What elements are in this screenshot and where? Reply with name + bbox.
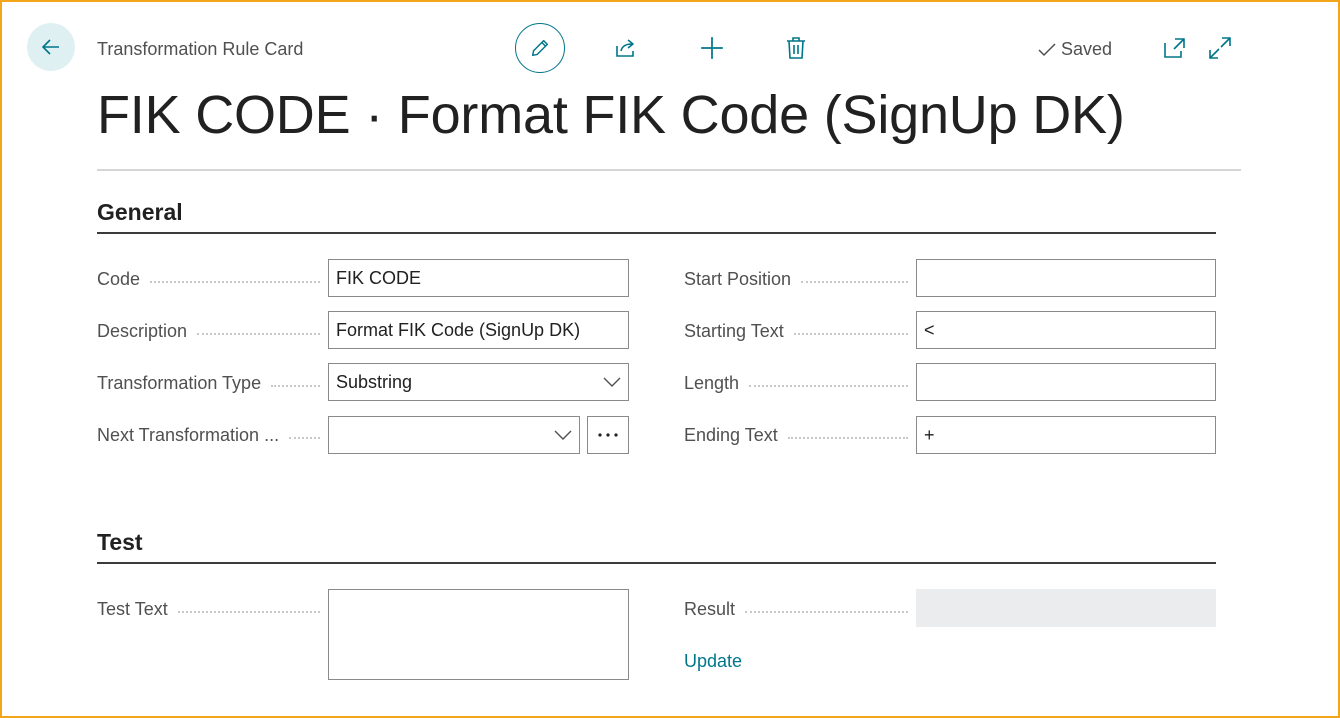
new-button[interactable]	[697, 33, 727, 63]
starting-text-value: <	[924, 319, 935, 340]
description-value: Format FIK Code (SignUp DK)	[336, 319, 581, 340]
open-new-window-icon	[1164, 38, 1185, 58]
test-text-input[interactable]	[328, 589, 629, 680]
length-input[interactable]	[916, 363, 1216, 401]
start-position-label: Start Position	[684, 269, 908, 290]
length-label-text: Length	[684, 373, 740, 393]
ending-text-input[interactable]: +	[916, 416, 1216, 454]
leader-dots	[793, 332, 908, 335]
leader-dots	[271, 384, 320, 387]
result-label-text: Result	[684, 599, 736, 619]
test-text-label: Test Text	[97, 599, 320, 620]
back-arrow-icon	[41, 39, 59, 55]
starting-text-label: Starting Text	[684, 321, 908, 342]
code-label-text: Code	[97, 269, 141, 289]
leader-dots	[197, 332, 320, 335]
code-input[interactable]: FIK CODE	[328, 259, 629, 297]
ending-text-label: Ending Text	[684, 425, 908, 446]
expand-button[interactable]	[1205, 33, 1235, 63]
description-label-text: Description	[97, 321, 188, 341]
result-field	[916, 589, 1216, 627]
ellipsis-icon	[598, 433, 618, 437]
open-new-window-button[interactable]	[1160, 33, 1190, 63]
delete-button[interactable]	[781, 33, 811, 63]
leader-dots	[749, 384, 908, 387]
plus-icon	[701, 37, 723, 59]
next-transformation-label-text: Next Transformation ...	[97, 425, 280, 445]
leader-dots	[801, 280, 908, 283]
start-position-input[interactable]	[916, 259, 1216, 297]
code-label: Code	[97, 269, 320, 290]
test-text-label-text: Test Text	[97, 599, 168, 619]
transformation-type-select[interactable]: Substring	[328, 363, 629, 401]
ending-text-value: +	[924, 424, 935, 445]
chevron-down-icon	[603, 377, 621, 387]
edit-button[interactable]	[515, 23, 565, 73]
general-section-divider	[97, 232, 1216, 234]
expand-icon	[1209, 37, 1231, 59]
ending-text-label-text: Ending Text	[684, 425, 778, 445]
leader-dots	[745, 610, 908, 613]
saved-status: Saved	[1037, 39, 1112, 60]
leader-dots	[177, 610, 320, 613]
update-link[interactable]: Update	[684, 651, 742, 672]
length-label: Length	[684, 373, 908, 394]
title-divider	[97, 169, 1241, 171]
next-transformation-select[interactable]	[328, 416, 580, 454]
test-section-divider	[97, 562, 1216, 564]
leader-dots	[787, 436, 908, 439]
share-icon	[616, 39, 634, 57]
result-label: Result	[684, 599, 908, 620]
checkmark-icon	[1038, 42, 1056, 56]
next-transformation-label: Next Transformation ...	[97, 425, 320, 446]
page-title: FIK CODE · Format FIK Code (SignUp DK)	[97, 85, 1125, 145]
page-caption: Transformation Rule Card	[97, 39, 304, 59]
start-position-label-text: Start Position	[684, 269, 792, 289]
trash-icon	[787, 37, 805, 59]
general-section-title[interactable]: General	[97, 199, 183, 226]
transformation-type-label-text: Transformation Type	[97, 373, 262, 393]
leader-dots	[289, 436, 320, 439]
starting-text-input[interactable]: <	[916, 311, 1216, 349]
transformation-type-label: Transformation Type	[97, 373, 320, 394]
starting-text-label-text: Starting Text	[684, 321, 784, 341]
test-section-title[interactable]: Test	[97, 529, 143, 556]
pencil-icon	[531, 39, 549, 57]
description-label: Description	[97, 321, 320, 342]
code-value: FIK CODE	[336, 267, 422, 288]
saved-label: Saved	[1061, 39, 1113, 59]
transformation-type-value: Substring	[336, 371, 413, 392]
leader-dots	[150, 280, 320, 283]
share-button[interactable]	[611, 33, 641, 63]
description-input[interactable]: Format FIK Code (SignUp DK)	[328, 311, 629, 349]
back-button[interactable]	[27, 23, 75, 71]
next-transformation-lookup-button[interactable]	[587, 416, 629, 454]
chevron-down-icon	[554, 430, 572, 440]
